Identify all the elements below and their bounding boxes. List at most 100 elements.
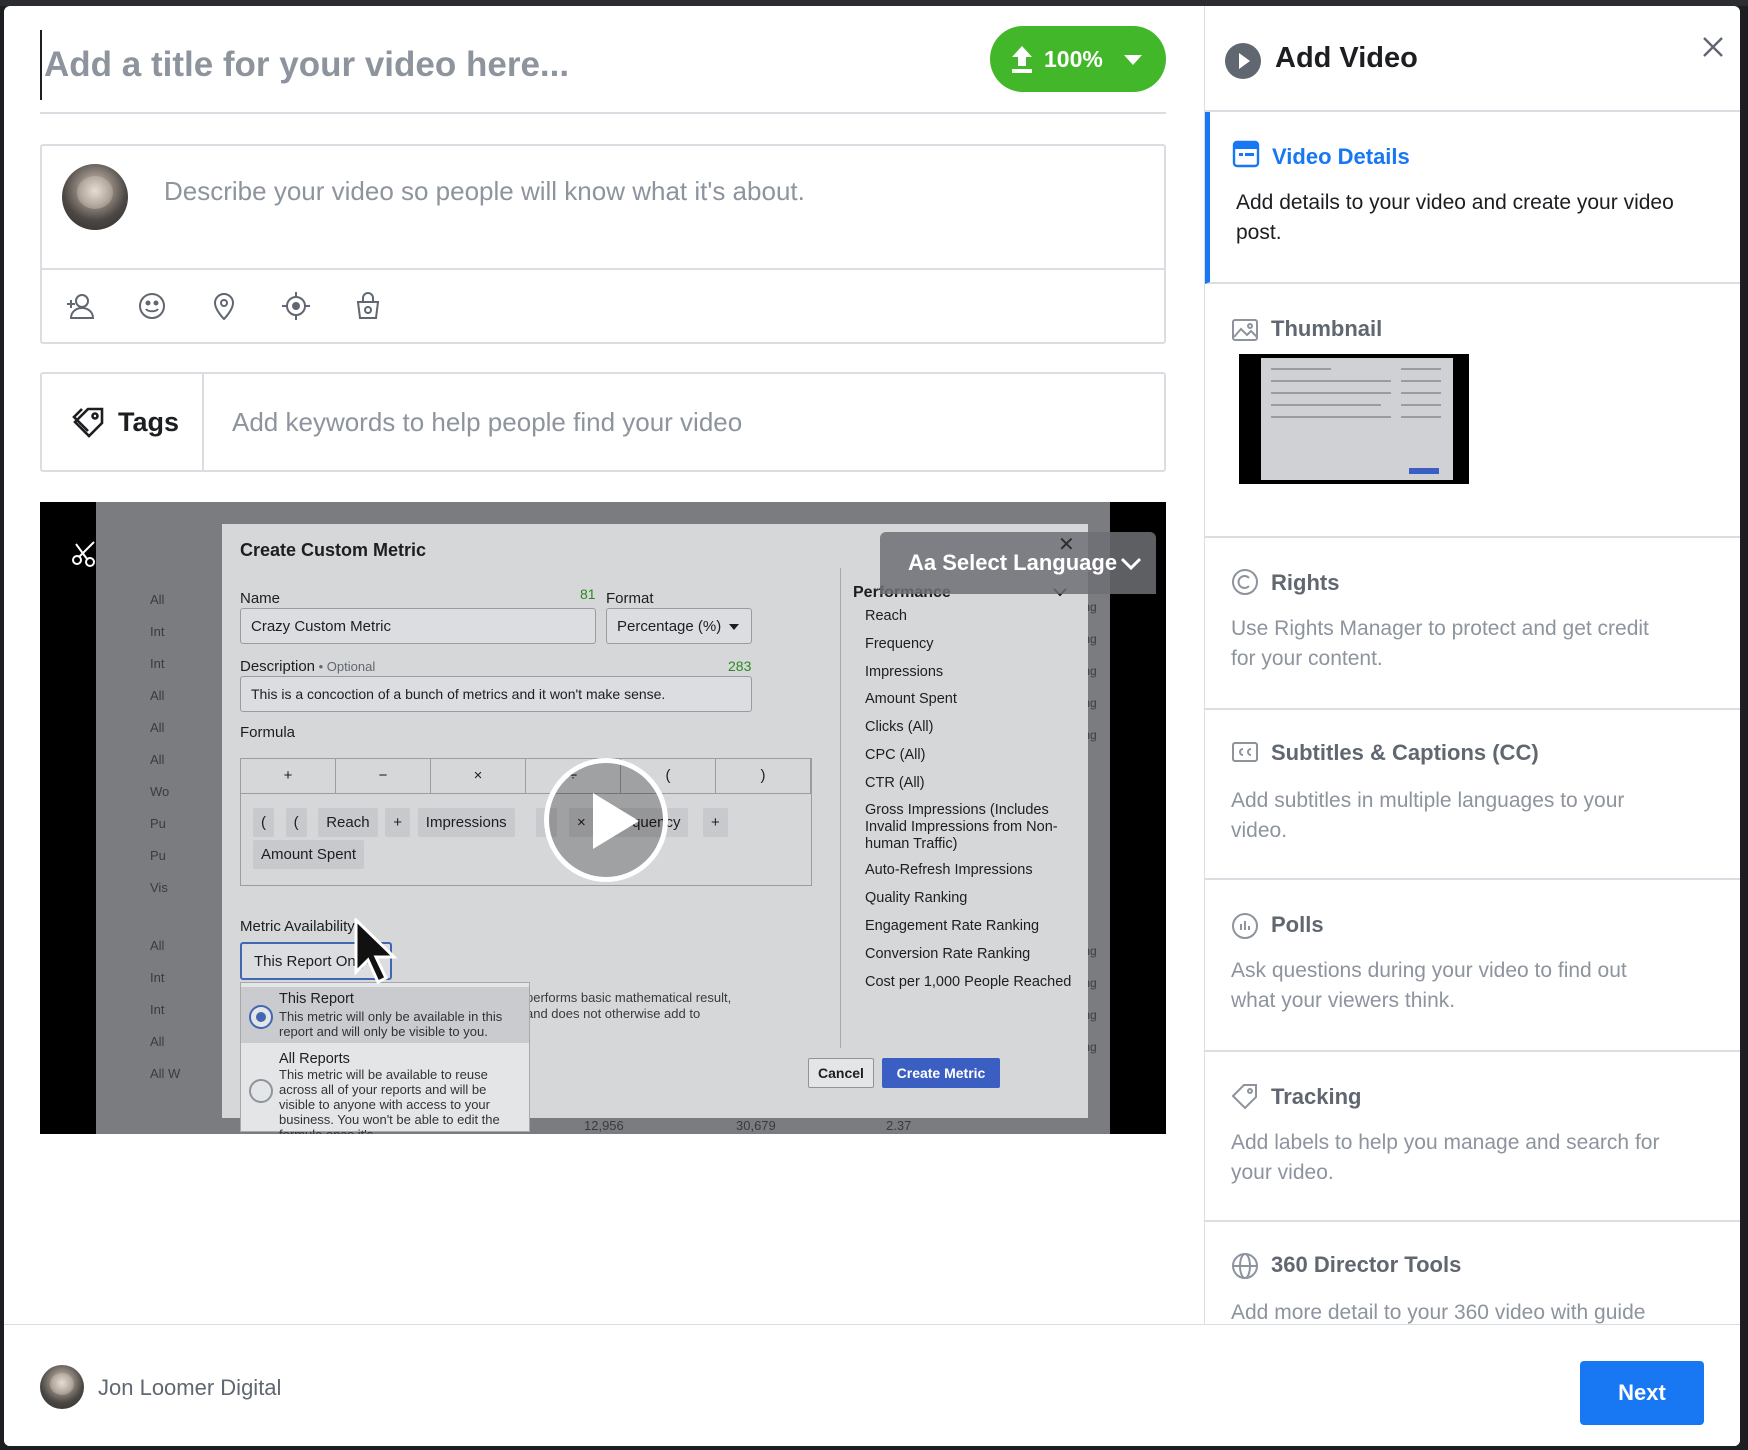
name-count: 81	[580, 586, 596, 602]
close-icon[interactable]	[1698, 32, 1728, 62]
select-language-button[interactable]: Aa Select Language	[880, 532, 1156, 594]
sidebar-item-label: Polls	[1271, 912, 1324, 937]
play-circle-icon	[1225, 43, 1261, 79]
tag-people-icon[interactable]	[64, 290, 96, 322]
sidebar-header: Add Video	[1205, 6, 1740, 112]
next-button[interactable]: Next	[1580, 1361, 1704, 1425]
video-title-input[interactable]	[40, 30, 980, 100]
sidebar-item-label: Rights	[1271, 570, 1340, 595]
formula-chip: Reach	[318, 808, 378, 837]
avatar	[62, 164, 128, 230]
thumbnail-frame	[1261, 358, 1453, 480]
sidebar-item-label: Subtitles & Captions (CC)	[1271, 740, 1539, 765]
performance-item: Auto-Refresh Impressions	[865, 862, 1033, 878]
operator-button: )	[716, 759, 811, 793]
thumbnail-detail	[1401, 404, 1441, 406]
sidebar-item-rights[interactable]: Rights Use Rights Manager to protect and…	[1205, 538, 1740, 710]
formula-chip: +	[385, 808, 410, 837]
name-label: Name	[240, 590, 281, 607]
option-this-report: This Report This metric will only be ava…	[241, 987, 529, 1043]
sidebar-item-polls[interactable]: Polls Ask questions during your video to…	[1205, 880, 1740, 1052]
sidebar-item-label: Video Details	[1272, 144, 1410, 169]
sponsor-icon[interactable]	[352, 290, 384, 322]
sidebar-item-label: Tracking	[1271, 1084, 1362, 1109]
thumbnail-detail	[1401, 392, 1441, 394]
format-label: Format	[606, 590, 654, 607]
sidebar-item-thumbnail[interactable]: Thumbnail	[1205, 284, 1740, 538]
video-thumbnail[interactable]	[1239, 354, 1469, 484]
sidebar-item-tracking[interactable]: Tracking Add labels to help you manage a…	[1205, 1052, 1740, 1222]
performance-item: Frequency	[865, 636, 934, 652]
modal-footer: Jon Loomer Digital Next	[4, 1324, 1740, 1446]
sidebar-item-subtitles[interactable]: Subtitles & Captions (CC) Add subtitles …	[1205, 710, 1740, 880]
name-field: Crazy Custom Metric	[240, 608, 596, 644]
performance-item: Cost per 1,000 People Reached	[865, 974, 1072, 990]
operator-row: + − × ÷()	[240, 758, 812, 794]
details-icon	[1232, 140, 1260, 168]
sidebar-item-360-director[interactable]: 360 Director Tools Add more detail to yo…	[1205, 1222, 1740, 1324]
formula-chip: (	[253, 808, 274, 837]
thumbnail-detail	[1401, 416, 1441, 418]
sidebar-item-desc: Add subtitles in multiple languages to y…	[1231, 789, 1625, 842]
option-this-report-title: This Report	[279, 991, 354, 1007]
chevron-down-icon[interactable]	[1124, 55, 1142, 65]
operator-button: ×	[431, 759, 526, 793]
format-select: Percentage (%)	[606, 608, 752, 644]
report-row-label: Pu	[150, 816, 166, 831]
title-divider	[40, 112, 1166, 114]
tags-box: Tags	[40, 372, 1166, 472]
report-row-label: All	[150, 752, 165, 767]
availability-label: Metric Availability	[240, 918, 355, 935]
description-label: Description • Optional	[240, 658, 375, 675]
formula-chip: +	[703, 808, 728, 837]
thumbnail-detail	[1271, 368, 1331, 370]
select-language-label: Aa Select Language	[908, 550, 1118, 575]
performance-item: Gross Impressions (Includes Invalid Impr…	[865, 802, 1058, 852]
thumbnail-detail	[1271, 380, 1391, 382]
report-row-label: All	[150, 720, 165, 735]
tag-icon	[1231, 1084, 1257, 1110]
dialog-create-metric-button: Create Metric	[882, 1058, 1000, 1088]
report-cell-value: 2.37	[886, 1118, 912, 1133]
formula-area: ((Reach + Impressions) × Frequency + Amount Sp…	[240, 794, 812, 886]
feeling-icon[interactable]	[136, 290, 168, 322]
formula-chip: (	[285, 808, 307, 837]
tags-input[interactable]	[210, 374, 1150, 470]
thumbnail-detail	[1271, 392, 1391, 394]
upload-percent: 100%	[1044, 45, 1103, 72]
upload-progress-button[interactable]: 100%	[990, 26, 1166, 92]
sidebar-item-video-details[interactable]: Video Details Add details to your video …	[1205, 112, 1740, 284]
description-placeholder[interactable]: Describe your video so people will know …	[164, 176, 805, 207]
tag-icon	[72, 407, 104, 438]
location-icon[interactable]	[208, 290, 240, 322]
option-all-reports-title: All Reports	[279, 1051, 350, 1067]
formula-chip: Impressions	[417, 808, 515, 837]
cc-icon	[1232, 742, 1258, 762]
play-button[interactable]	[544, 758, 668, 882]
page-name: Jon Loomer Digital	[98, 1375, 282, 1400]
thumbnail-detail	[1401, 368, 1441, 370]
add-video-modal: 100% Describe your video so people will …	[4, 6, 1740, 1446]
report-row-label: Int	[150, 624, 165, 639]
sidebar-item-label: Thumbnail	[1271, 316, 1383, 341]
option-all-reports: All Reports This metric will be availabl…	[241, 1045, 529, 1134]
option-all-reports-desc: This metric will be available to reuse a…	[279, 1067, 500, 1134]
poll-icon	[1232, 913, 1258, 939]
side-note-text: performs basic mathematical result, and …	[526, 990, 732, 1021]
scissors-icon[interactable]	[68, 538, 100, 570]
sidebar-item-desc: Ask questions during your video to find …	[1231, 959, 1627, 1012]
target-icon[interactable]	[280, 290, 312, 322]
report-row-label: Wo	[150, 784, 170, 799]
performance-item: Reach	[865, 608, 907, 624]
globe-icon	[1232, 1253, 1258, 1279]
composer-panel: 100% Describe your video so people will …	[4, 6, 1204, 1324]
performance-item: Clicks (All)	[865, 719, 934, 735]
tags-label-text: Tags	[118, 406, 180, 437]
description-box: Describe your video so people will know …	[40, 144, 1166, 344]
video-preview[interactable]: All Int Int All All All Wo Pu Pu Vis All Int Int All A…	[40, 502, 1166, 1134]
mouse-cursor-icon	[354, 918, 398, 985]
caret-down-icon	[729, 624, 739, 630]
description-area[interactable]: Describe your video so people will know …	[42, 146, 1164, 270]
report-cell-value: 30,679	[736, 1118, 776, 1133]
report-row-label: Int	[150, 970, 165, 985]
